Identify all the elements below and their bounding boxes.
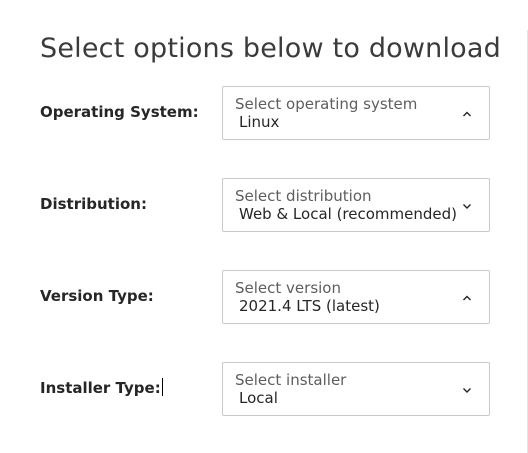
installer-type-label-text: Installer Type: xyxy=(40,379,161,397)
distribution-placeholder: Select distribution xyxy=(235,187,372,205)
version-value: 2021.4 LTS (latest) xyxy=(239,297,380,315)
chevron-down-icon[interactable] xyxy=(461,384,473,396)
distribution-label: Distribution: xyxy=(40,195,147,213)
installer-placeholder: Select installer xyxy=(235,371,347,389)
installer-value: Local xyxy=(239,389,278,407)
chevron-up-icon[interactable] xyxy=(461,108,473,120)
text-cursor xyxy=(161,378,163,396)
distribution-value: Web & Local (recommended) xyxy=(239,205,458,223)
distribution-select[interactable]: Select distribution Web & Local (recomme… xyxy=(222,178,490,232)
installer-type-label: Installer Type: xyxy=(40,378,163,397)
operating-system-select[interactable]: Select operating system Linux xyxy=(222,86,490,140)
operating-system-label: Operating System: xyxy=(40,103,199,121)
version-type-label: Version Type: xyxy=(40,287,154,305)
chevron-up-icon[interactable] xyxy=(461,292,473,304)
operating-system-value: Linux xyxy=(239,113,280,131)
version-select[interactable]: Select version 2021.4 LTS (latest) xyxy=(222,270,490,324)
download-options-panel: Select options below to download Operati… xyxy=(0,0,528,453)
page-title: Select options below to download xyxy=(40,33,501,64)
installer-select[interactable]: Select installer Local xyxy=(222,362,490,416)
operating-system-placeholder: Select operating system xyxy=(235,95,418,113)
chevron-down-icon[interactable] xyxy=(461,200,473,212)
version-placeholder: Select version xyxy=(235,279,341,297)
